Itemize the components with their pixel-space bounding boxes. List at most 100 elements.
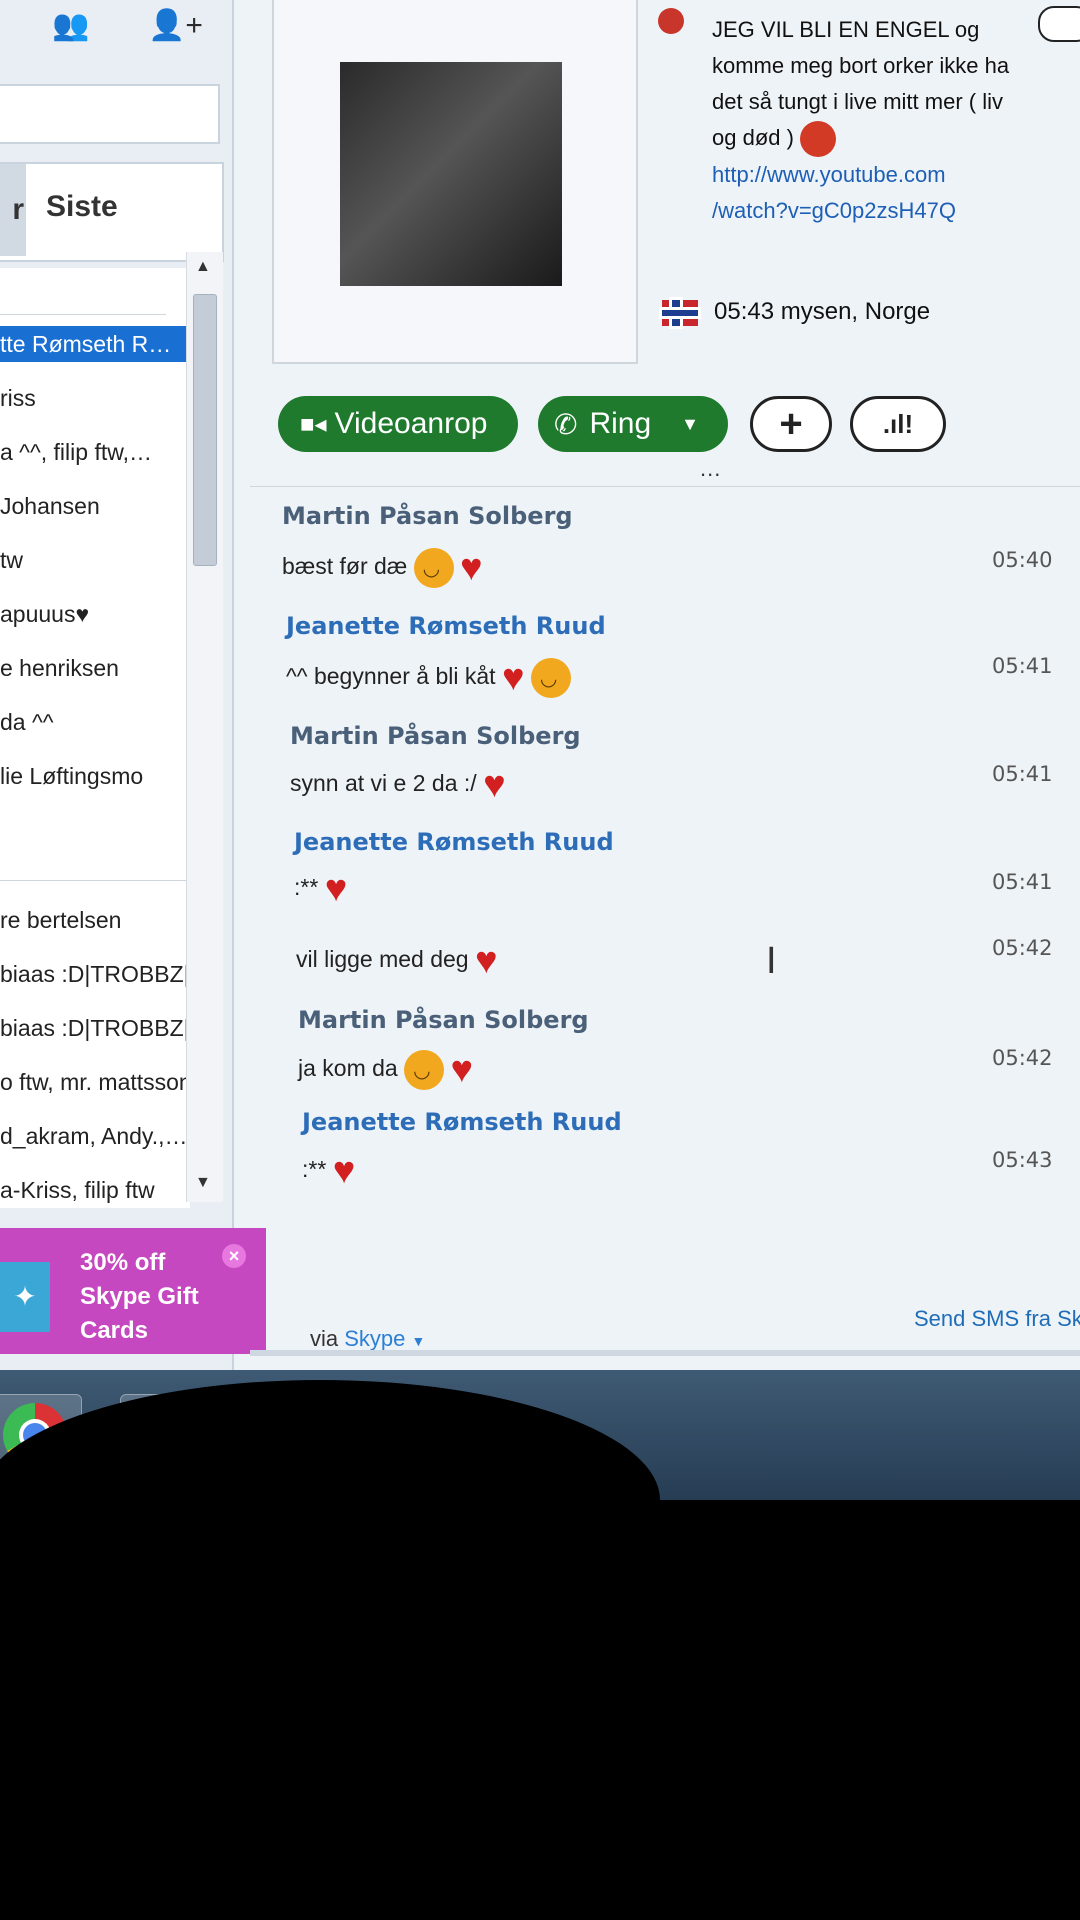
contact-list: tte Rømseth R… riss a ^^, filip ftw,… Jo… [0, 268, 190, 1208]
message-sender: Jeanette Rømseth Ruud [294, 828, 614, 856]
contact-item[interactable]: apuuus♥ [0, 596, 188, 632]
skype-window: 👥 👤+ r Siste tte Rømseth R… riss a ^^, f… [0, 0, 1080, 1500]
phone-icon: ✆ [554, 408, 578, 440]
contact-item[interactable]: o ftw, mr. mattsson [0, 1064, 188, 1100]
heart-icon: ♥ [450, 1049, 474, 1091]
message-time: 05:41 [992, 654, 1053, 678]
video-call-label: Videoanrop [334, 407, 488, 440]
message-sender: Martin Påsan Solberg [290, 722, 581, 750]
promo-banner[interactable]: ✦ 30% off Skype Gift Cards × [0, 1228, 266, 1354]
contact-item[interactable]: biaas :D|TROBBZ|… [0, 1010, 188, 1046]
message-time: 05:41 [992, 870, 1053, 894]
contact-item[interactable]: tw [0, 542, 188, 578]
message-text: ^^ begynner å bli kåt ♥ [286, 658, 571, 698]
contact-item[interactable]: da ^^ [0, 704, 188, 740]
contacts-icon[interactable]: 👥 [52, 8, 89, 43]
message-text: ja kom da ♥ [298, 1050, 473, 1090]
heart-icon: ♥ [332, 1150, 356, 1192]
tab-contacts[interactable]: r [0, 164, 26, 256]
chevron-down-icon[interactable]: ▼ [681, 414, 699, 435]
message-body: synn at vi e 2 da :/ [290, 770, 477, 797]
angry-emoticon-icon [800, 121, 837, 158]
contacts-panel: 👥 👤+ r Siste tte Rømseth R… riss a ^^, f… [0, 0, 266, 1370]
photo-shadow [0, 1380, 660, 1680]
via-service[interactable]: Skype [344, 1326, 405, 1351]
message-body: ja kom da [298, 1055, 398, 1082]
send-via-selector[interactable]: via Skype ▼ [310, 1326, 425, 1352]
heart-icon: ♥ [324, 868, 348, 910]
contact-list-scrollbar[interactable]: ▲ ▼ [186, 252, 223, 1202]
contact-item[interactable]: e henriksen [0, 650, 188, 686]
heart-icon: ♥ [460, 547, 483, 589]
via-label: via [310, 1326, 339, 1351]
message-text: vil ligge med deg ♥ [296, 942, 498, 980]
avatar[interactable] [340, 62, 562, 286]
message-time: 05:42 [992, 1046, 1053, 1070]
local-time: 05:43 mysen, Norge [714, 298, 931, 325]
call-label: Ring [589, 407, 652, 440]
mood-link[interactable]: /watch?v=gC0p2zsH47Q [712, 198, 956, 223]
promo-line: 30% off [80, 1249, 166, 1276]
add-people-button[interactable]: + [750, 396, 832, 452]
message-text: :** ♥ [302, 1152, 355, 1190]
message-sender: Martin Påsan Solberg [298, 1006, 589, 1034]
promo-text: 30% off Skype Gift Cards [80, 1246, 230, 1348]
contact-item[interactable]: tte Rømseth R… [0, 326, 188, 362]
search-input[interactable] [0, 84, 220, 144]
promo-close-button[interactable]: × [222, 1244, 246, 1268]
chat-history: Martin Påsan Solberg bæst før dæ ♥ 05:40… [250, 490, 1080, 1350]
heart-icon: ♥ [501, 657, 525, 699]
send-sms-link[interactable]: Send SMS fra Sk [914, 1306, 1080, 1332]
message-time: 05:42 [992, 936, 1053, 960]
message-time: 05:41 [992, 762, 1053, 786]
chevron-down-icon[interactable]: ▼ [412, 1333, 426, 1349]
heart-icon: ♥ [483, 764, 506, 806]
contact-item[interactable]: riss [0, 380, 188, 416]
contact-item[interactable]: d_akram, Andy.,… [0, 1118, 188, 1154]
norway-flag-icon [662, 300, 698, 326]
call-button[interactable]: ✆ Ring ▼ [538, 396, 728, 452]
promo-line: Skype Gift [80, 1283, 199, 1310]
promo-line: Cards [80, 1317, 149, 1344]
smiley-icon [404, 1050, 445, 1090]
divider [0, 314, 166, 315]
message-body: ^^ begynner å bli kåt [286, 663, 496, 690]
message-input-border [250, 1350, 1080, 1356]
profile-card [272, 0, 638, 364]
message-body: :** [302, 1156, 327, 1183]
mood-text: JEG VIL BLI EN ENGEL og komme meg bort o… [712, 17, 1010, 150]
message-time: 05:40 [992, 548, 1053, 572]
back-button[interactable] [1038, 6, 1080, 42]
contact-item[interactable]: a ^^, filip ftw,… [0, 434, 188, 470]
heart-icon: ♥ [475, 940, 498, 982]
message-time: 05:43 [992, 1148, 1053, 1172]
add-contact-icon[interactable]: 👤+ [148, 8, 203, 43]
contact-item[interactable]: lie Løftingsmo [0, 758, 188, 794]
text-cursor-icon: I [766, 940, 777, 982]
mood-link[interactable]: http://www.youtube.com [712, 162, 946, 187]
scroll-down-icon[interactable]: ▼ [195, 1174, 211, 1192]
contact-item[interactable]: a-Kriss, filip ftw [0, 1172, 188, 1208]
divider [0, 880, 190, 881]
message-sender: Jeanette Rømseth Ruud [302, 1108, 622, 1136]
mood-icon [658, 8, 684, 34]
contact-tabs: r Siste [0, 162, 224, 262]
contact-item[interactable]: biaas :D|TROBBZ|… [0, 956, 188, 992]
mood-message: JEG VIL BLI EN ENGEL og komme meg bort o… [712, 12, 1012, 229]
message-text: synn at vi e 2 da :/ ♥ [290, 766, 506, 804]
contact-item[interactable]: re bertelsen [0, 902, 188, 938]
more-options[interactable]: ... [700, 456, 721, 482]
video-call-button[interactable]: ■◂ Videoanrop [278, 396, 518, 452]
message-body: :** [294, 874, 319, 901]
tab-recent[interactable]: Siste [46, 190, 118, 224]
gift-card-icon: ✦ [0, 1262, 50, 1332]
message-body: vil ligge med deg [296, 946, 469, 973]
smiley-icon [530, 658, 571, 698]
contact-item[interactable]: Johansen [0, 488, 188, 524]
scroll-up-icon[interactable]: ▲ [195, 258, 211, 276]
scrollbar-thumb[interactable] [193, 294, 217, 566]
smiley-icon [413, 548, 454, 588]
call-quality-button[interactable]: .ıl! [850, 396, 946, 452]
message-body: bæst før dæ [282, 553, 408, 580]
message-sender: Jeanette Rømseth Ruud [286, 612, 606, 640]
